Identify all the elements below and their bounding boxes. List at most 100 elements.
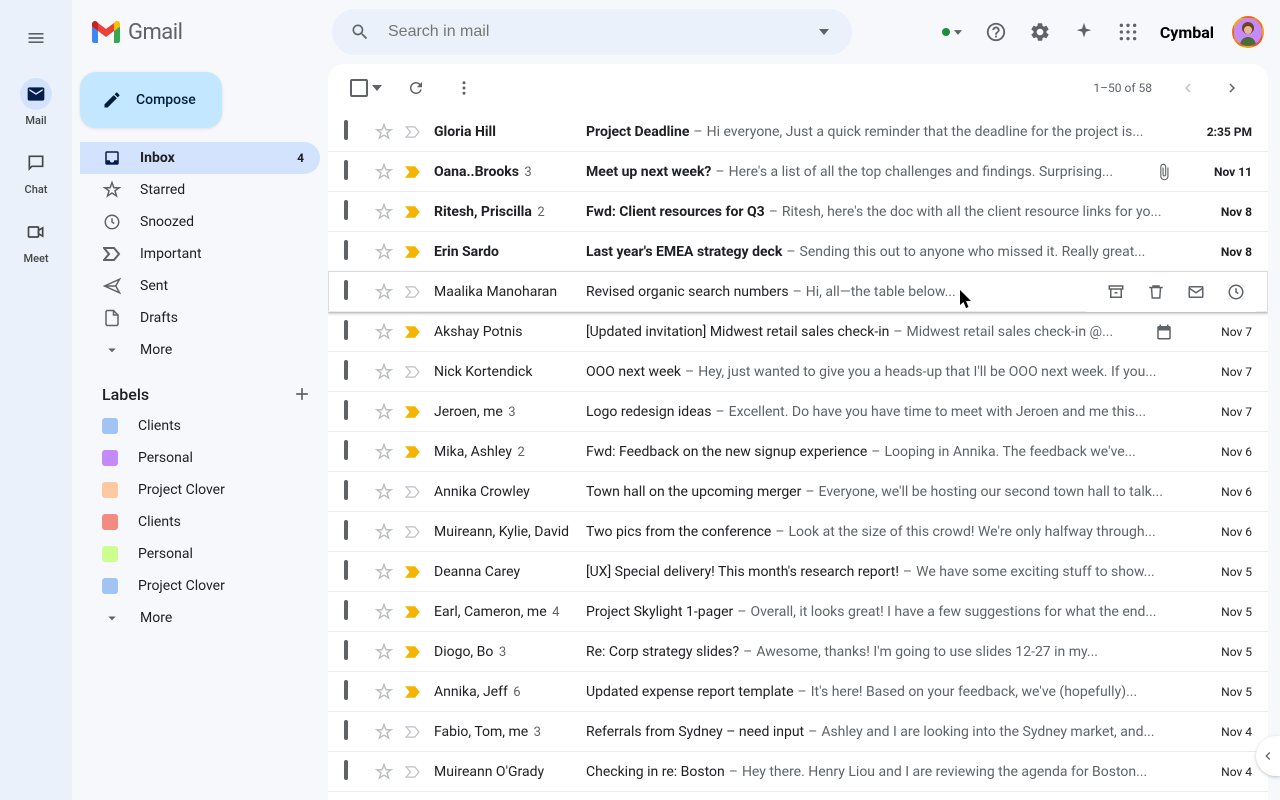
- star-button[interactable]: [374, 563, 394, 581]
- star-button[interactable]: [374, 683, 394, 701]
- compose-button[interactable]: Compose: [80, 72, 222, 128]
- archive-button[interactable]: [1096, 272, 1136, 312]
- delete-button[interactable]: [1136, 272, 1176, 312]
- star-button[interactable]: [374, 483, 394, 501]
- important-marker[interactable]: [404, 726, 422, 738]
- email-row[interactable]: Muireann O'Grady Checking in re: Boston …: [328, 752, 1268, 792]
- star-button[interactable]: [374, 163, 394, 181]
- row-checkbox[interactable]: [344, 722, 364, 742]
- star-button[interactable]: [374, 243, 394, 261]
- prev-page-button[interactable]: [1168, 68, 1208, 108]
- row-checkbox[interactable]: [344, 402, 364, 422]
- row-checkbox[interactable]: [344, 562, 364, 582]
- nav-item-snoozed[interactable]: Snoozed: [80, 206, 320, 238]
- email-row[interactable]: Oana..Brooks 3 Meet up next week? – Here…: [328, 152, 1268, 192]
- star-button[interactable]: [374, 523, 394, 541]
- email-row[interactable]: Annika, Jeff 6 Updated expense report te…: [328, 672, 1268, 712]
- label-item[interactable]: Clients: [80, 410, 320, 442]
- row-checkbox[interactable]: [344, 522, 364, 542]
- star-button[interactable]: [374, 723, 394, 741]
- email-row[interactable]: Jeroen, me 3 Logo redesign ideas – Excel…: [328, 392, 1268, 432]
- email-row[interactable]: Erin Sardo Last year's EMEA strategy dec…: [328, 232, 1268, 272]
- mark-unread-button[interactable]: [1176, 272, 1216, 312]
- email-row[interactable]: Akshay Potnis [Updated invitation] Midwe…: [328, 312, 1268, 352]
- labels-more-button[interactable]: More: [80, 602, 320, 634]
- row-checkbox[interactable]: [344, 482, 364, 502]
- account-avatar[interactable]: [1232, 16, 1264, 48]
- nav-item-drafts[interactable]: Drafts: [80, 302, 320, 334]
- snooze-button[interactable]: [1216, 272, 1256, 312]
- status-indicator[interactable]: [932, 28, 972, 36]
- star-button[interactable]: [374, 203, 394, 221]
- important-marker[interactable]: [404, 686, 422, 698]
- nav-item-more[interactable]: More: [80, 334, 320, 366]
- label-item[interactable]: Personal: [80, 442, 320, 474]
- label-item[interactable]: Personal: [80, 538, 320, 570]
- star-button[interactable]: [374, 123, 394, 141]
- star-button[interactable]: [374, 363, 394, 381]
- row-checkbox[interactable]: [344, 122, 364, 142]
- label-item[interactable]: Project Clover: [80, 570, 320, 602]
- important-marker[interactable]: [404, 246, 422, 258]
- nav-item-important[interactable]: Important: [80, 238, 320, 270]
- email-row[interactable]: Nick Kortendick OOO next week – Hey, jus…: [328, 352, 1268, 392]
- star-button[interactable]: [374, 403, 394, 421]
- row-checkbox[interactable]: [344, 602, 364, 622]
- star-button[interactable]: [374, 603, 394, 621]
- important-marker[interactable]: [404, 486, 422, 498]
- star-button[interactable]: [374, 643, 394, 661]
- more-actions-button[interactable]: [444, 68, 484, 108]
- important-marker[interactable]: [404, 606, 422, 618]
- important-marker[interactable]: [404, 366, 422, 378]
- star-button[interactable]: [374, 763, 394, 781]
- row-checkbox[interactable]: [344, 242, 364, 262]
- important-marker[interactable]: [404, 206, 422, 218]
- email-row[interactable]: Ritesh, Priscilla 2 Fwd: Client resource…: [328, 192, 1268, 232]
- row-checkbox[interactable]: [344, 762, 364, 782]
- important-marker[interactable]: [404, 406, 422, 418]
- row-checkbox[interactable]: [344, 442, 364, 462]
- important-marker[interactable]: [404, 526, 422, 538]
- row-checkbox[interactable]: [344, 282, 364, 302]
- search-button[interactable]: [340, 12, 380, 52]
- email-row[interactable]: Mika, Ashley 2 Fwd: Feedback on the new …: [328, 432, 1268, 472]
- email-row[interactable]: Fabio, Tom, me 3 Referrals from Sydney –…: [328, 712, 1268, 752]
- important-marker[interactable]: [404, 446, 422, 458]
- important-marker[interactable]: [404, 766, 422, 778]
- row-checkbox[interactable]: [344, 322, 364, 342]
- settings-button[interactable]: [1020, 12, 1060, 52]
- apps-button[interactable]: [1108, 12, 1148, 52]
- star-button[interactable]: [374, 323, 394, 341]
- row-checkbox[interactable]: [344, 202, 364, 222]
- star-button[interactable]: [374, 283, 394, 301]
- email-row[interactable]: Deanna Carey [UX] Special delivery! This…: [328, 552, 1268, 592]
- gemini-button[interactable]: [1064, 12, 1104, 52]
- support-button[interactable]: [976, 12, 1016, 52]
- row-checkbox[interactable]: [344, 682, 364, 702]
- star-button[interactable]: [374, 443, 394, 461]
- nav-item-sent[interactable]: Sent: [80, 270, 320, 302]
- label-item[interactable]: Project Clover: [80, 474, 320, 506]
- important-marker[interactable]: [404, 166, 422, 178]
- important-marker[interactable]: [404, 326, 422, 338]
- important-marker[interactable]: [404, 126, 422, 138]
- important-marker[interactable]: [404, 646, 422, 658]
- rail-item-chat[interactable]: Chat: [8, 147, 64, 196]
- nav-item-starred[interactable]: Starred: [80, 174, 320, 206]
- gmail-logo[interactable]: Gmail: [92, 20, 182, 45]
- row-checkbox[interactable]: [344, 642, 364, 662]
- search-input[interactable]: [380, 23, 804, 41]
- row-checkbox[interactable]: [344, 362, 364, 382]
- email-row[interactable]: Diogo, Bo 3 Re: Corp strategy slides? – …: [328, 632, 1268, 672]
- email-row[interactable]: Maalika Manoharan Revised organic search…: [328, 272, 1268, 312]
- rail-item-meet[interactable]: Meet: [8, 216, 64, 265]
- refresh-button[interactable]: [396, 68, 436, 108]
- nav-item-inbox[interactable]: Inbox4: [80, 142, 320, 174]
- email-row[interactable]: Earl, Cameron, me 4 Project Skylight 1-p…: [328, 592, 1268, 632]
- email-row[interactable]: Annika Crowley Town hall on the upcoming…: [328, 472, 1268, 512]
- important-marker[interactable]: [404, 286, 422, 298]
- email-row[interactable]: Gloria Hill Project Deadline – Hi everyo…: [328, 112, 1268, 152]
- row-checkbox[interactable]: [344, 162, 364, 182]
- main-menu-button[interactable]: [16, 18, 56, 58]
- rail-item-mail[interactable]: Mail: [8, 78, 64, 127]
